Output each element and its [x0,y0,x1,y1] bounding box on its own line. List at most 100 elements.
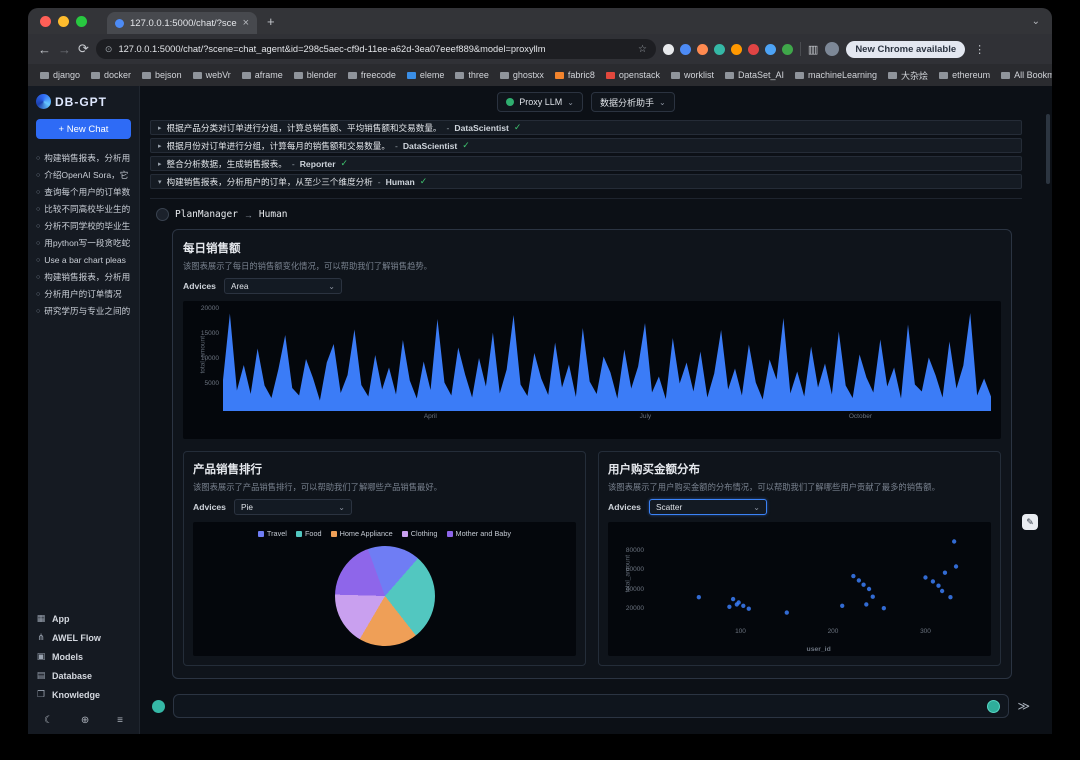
side-panel-icon[interactable]: ▥ [808,43,818,56]
advices-label: Advices [193,502,226,512]
browser-menu-icon[interactable]: ⋮ [974,43,985,56]
close-window-button[interactable] [40,16,51,27]
bookmark[interactable]: ethereum [939,70,990,80]
chat-history-item[interactable]: ○ 分析用户的订单情况 [36,287,131,301]
bookmark[interactable]: webVr [193,70,231,80]
minimize-window-button[interactable] [58,16,69,27]
chat-history-item[interactable]: ○ Use a bar chart pleas [36,253,131,267]
message-input[interactable] [173,694,1009,718]
sidebar-nav-label: AWEL Flow [52,633,101,643]
bookmark[interactable]: aframe [242,70,283,80]
chat-history-list: ○ 构建销售报表，分析用 ○ 介绍OpenAI Sora，它 ○ 查询每个用户的… [36,151,131,318]
chat-history-item[interactable]: ○ 用python写一段贪吃蛇 [36,236,131,250]
sidebar-nav-item[interactable]: ▦ App [36,612,131,625]
address-bar[interactable]: ⊙ 127.0.0.1:5000/chat/?scene=chat_agent&… [96,39,656,59]
extension-icon[interactable] [765,44,776,55]
tab-search-caret-icon[interactable]: ⌄ [1032,16,1040,27]
expand-arrow-icon[interactable]: ▸ [158,160,162,168]
expand-arrow-icon[interactable]: ▾ [158,178,162,186]
send-button[interactable]: ≫ [1017,699,1030,713]
extension-icon[interactable] [663,44,674,55]
advice-value: Scatter [656,502,753,512]
chat-history-item[interactable]: ○ 介绍OpenAI Sora，它 [36,168,131,182]
sidebar-footer-icon[interactable]: ⊕ [81,715,89,726]
purchase-distribution-panel: 用户购买金额分布 该图表展示了用户购买金额的分布情况，可以帮助我们了解哪些用户贡… [598,451,1001,666]
zoom-window-button[interactable] [76,16,87,27]
chat-history-item[interactable]: ○ 构建销售报表，分析用 [36,151,131,165]
bookmark[interactable]: machineLearning [795,70,877,80]
extension-icon[interactable] [680,44,691,55]
legend-item[interactable]: Travel [258,529,287,538]
browser-tab[interactable]: 127.0.0.1:5000/chat/?scene... × [107,12,257,34]
task-agent-label: Human [386,177,415,187]
sidebar-nav-item[interactable]: ❐ Knowledge [36,688,131,701]
bookmark[interactable]: fabric8 [555,70,595,80]
chrome-update-button[interactable]: New Chrome available [846,41,965,58]
y-tick-label: 40000 [626,586,644,593]
y-tick-label: 10000 [201,355,219,362]
task-row[interactable]: ▸ 根据月份对订单进行分组，计算每月的销售额和交易数量。 - DataScien… [150,138,1022,153]
extension-icon[interactable] [731,44,742,55]
task-row[interactable]: ▸ 整合分析数据，生成销售报表。 - Reporter ✓ [150,156,1022,171]
sidebar-nav-item[interactable]: ▣ Models [36,650,131,663]
legend-swatch [296,531,302,537]
bookmark[interactable]: eleme [407,70,445,80]
tab-close-icon[interactable]: × [243,17,249,29]
section-divider [150,198,1022,199]
bookmark[interactable]: bejson [142,70,182,80]
profile-avatar[interactable] [825,42,839,56]
extension-icon[interactable] [748,44,759,55]
back-button[interactable]: ← [38,42,51,57]
sidebar-footer-icon[interactable]: ≡ [117,715,123,726]
bookmark[interactable]: 大杂烩 [888,69,928,82]
extension-icon[interactable] [714,44,725,55]
bookmark[interactable]: django [40,70,80,80]
task-row[interactable]: ▾ 构建销售报表，分析用户的订单，从至少三个维度分析 - Human ✓ [150,174,1022,189]
task-row[interactable]: ▸ 根据产品分类对订单进行分组，计算总销售额、平均销售额和交易数量。 - Dat… [150,120,1022,135]
scene-select[interactable]: 数据分析助手 ⌄ [591,92,675,112]
bookmark[interactable]: DataSet_AI [725,70,784,80]
feedback-edit-button[interactable]: ✎ [1022,514,1038,530]
chat-main: Proxy LLM ⌄ 数据分析助手 ⌄ ▸ 根据产品分类对订单进行分组，计算总… [140,86,1052,734]
extension-icon[interactable] [782,44,793,55]
chat-history-label: 构建销售报表，分析用 [44,271,130,283]
chat-history-item[interactable]: ○ 查询每个用户的订单数 [36,185,131,199]
bookmark[interactable]: three [455,70,489,80]
reload-button[interactable]: ⟳ [78,41,89,57]
legend-item[interactable]: Clothing [402,529,438,538]
bookmark[interactable]: worklist [671,70,714,80]
bookmark[interactable]: blender [294,70,337,80]
model-select[interactable]: Proxy LLM ⌄ [497,92,583,112]
sidebar-nav-item[interactable]: ⋔ AWEL Flow [36,631,131,644]
bookmark-star-icon[interactable]: ☆ [638,44,647,55]
bookmark[interactable]: freecode [348,70,396,80]
extension-icon[interactable] [697,44,708,55]
bookmark[interactable]: docker [91,70,131,80]
voice-input-icon[interactable] [987,700,1000,713]
sidebar-nav-item[interactable]: ▤ Database [36,669,131,682]
bookmark[interactable]: openstack [606,70,660,80]
all-bookmarks-button[interactable]: All Bookmarks [1001,70,1052,80]
screen: 127.0.0.1:5000/chat/?scene... × + ⌄ ← → … [0,0,1080,760]
chat-history-item[interactable]: ○ 研究学历与专业之间的 [36,304,131,318]
bookmark[interactable]: ghostxx [500,70,544,80]
legend-item[interactable]: Home Appliance [331,529,393,538]
scrollbar-thumb[interactable] [1046,114,1050,184]
pie-advice-select[interactable]: Pie ⌄ [234,499,352,515]
chat-history-item[interactable]: ○ 分析不同学校的毕业生 [36,219,131,233]
new-tab-button[interactable]: + [267,14,275,29]
legend-item[interactable]: Food [296,529,322,538]
scene-select-label: 数据分析助手 [600,96,654,109]
chat-history-item[interactable]: ○ 比较不同高校毕业生的 [36,202,131,216]
new-chat-button[interactable]: + New Chat [36,119,131,139]
sidebar-footer-icon[interactable]: ☾ [44,715,53,726]
task-text: 根据产品分类对订单进行分组，计算总销售额、平均销售额和交易数量。 [167,122,442,134]
chat-history-item[interactable]: ○ 构建销售报表，分析用 [36,270,131,284]
expand-arrow-icon[interactable]: ▸ [158,142,162,150]
site-info-icon[interactable]: ⊙ [105,44,113,55]
forward-button[interactable]: → [58,42,71,57]
legend-item[interactable]: Mother and Baby [447,529,512,538]
area-advice-select[interactable]: Area ⌄ [224,278,342,294]
expand-arrow-icon[interactable]: ▸ [158,124,162,132]
scatter-advice-select[interactable]: Scatter ⌄ [649,499,767,515]
